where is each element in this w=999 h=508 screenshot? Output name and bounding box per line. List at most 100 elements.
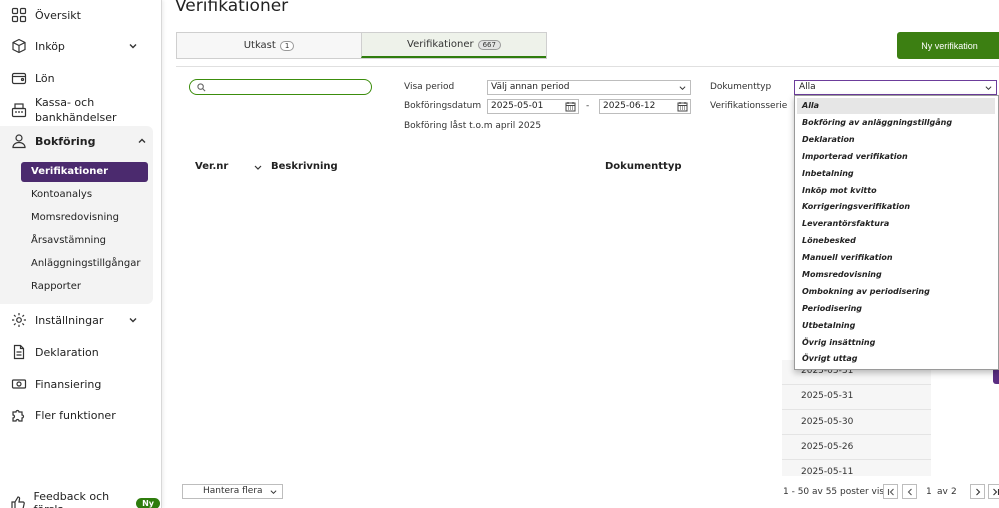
count-badge: 667 (477, 39, 501, 50)
chevron-down-icon[interactable] (128, 315, 138, 325)
box-icon (10, 37, 28, 55)
sidebar-item-label: Finansiering (35, 377, 102, 391)
person-book-icon (10, 132, 28, 150)
search-input[interactable] (189, 79, 372, 95)
table-row[interactable]: 2025-05-11 (801, 467, 853, 477)
sidebar-item-feedback[interactable]: Feedback och försla Ny (0, 490, 160, 508)
sidebar-item-kassa[interactable]: Kassa- och bankhändelser (0, 95, 160, 125)
date-to-field[interactable]: 2025-06-12 (599, 99, 691, 114)
chevron-down-icon[interactable] (128, 41, 138, 51)
hantera-flera-select[interactable]: Hantera flera (182, 484, 283, 499)
locked-info: Bokföring låst t.o.m april 2025 (404, 121, 542, 131)
dropdown-option[interactable]: Alla (797, 98, 995, 114)
sidebar-subitem-verifikationer[interactable]: Verifikationer (21, 162, 148, 182)
dropdown-option[interactable]: Ombokning av periodisering (797, 284, 995, 300)
sidebar-item-bokforing[interactable]: Bokföring (0, 132, 160, 150)
table-row[interactable]: 2025-05-30 (801, 417, 853, 427)
dropdown-option[interactable]: Utbetalning (797, 318, 995, 334)
sidebar-item-finansiering[interactable]: Finansiering (0, 375, 160, 393)
sidebar-subitem-rapporter[interactable]: Rapporter (31, 281, 81, 292)
sidebar-item-label: Inställningar (35, 313, 104, 327)
dropdown-option[interactable]: Inköp mot kvitto (797, 183, 995, 199)
visa-period-label: Visa period (404, 82, 455, 92)
sidebar-item-lon[interactable]: Lön (0, 69, 160, 87)
dropdown-option[interactable]: Periodisering (797, 301, 995, 317)
chevron-down-icon (679, 86, 686, 91)
grid-icon (10, 6, 28, 24)
last-page-button[interactable] (988, 484, 999, 499)
dokumenttyp-dropdown-list: Alla Bokföring av anläggningstillgång De… (794, 95, 999, 370)
gear-icon (10, 311, 28, 329)
prev-page-button[interactable] (902, 484, 917, 499)
count-badge: 1 (279, 40, 295, 51)
dropdown-option[interactable]: Bokföring av anläggningstillgång (797, 115, 995, 131)
sidebar-item-label: Lön (35, 71, 55, 85)
chevron-down-icon (985, 86, 992, 91)
sidebar-item-label: Inköp (35, 39, 65, 53)
new-badge: Ny (136, 497, 160, 508)
page-title: Verifikationer (175, 0, 289, 16)
sidebar-subitem-momsredovisning[interactable]: Momsredovisning (31, 212, 119, 223)
sidebar: Översikt Inköp Lön Kassa- och bankhändel… (0, 0, 162, 508)
first-page-button[interactable] (883, 484, 898, 499)
dropdown-option[interactable]: Momsredovisning (797, 267, 995, 283)
sidebar-item-label: Feedback och försla (33, 490, 110, 508)
dropdown-option[interactable]: Korrigeringsverifikation (797, 199, 995, 215)
sidebar-item-label: bankhändelser (35, 111, 117, 124)
cash-register-icon (10, 101, 28, 119)
date-from-field[interactable]: 2025-05-01 (487, 99, 579, 114)
next-page-button[interactable] (970, 484, 985, 499)
dropdown-option[interactable]: Manuell verifikation (797, 250, 995, 266)
sidebar-item-label: Översikt (35, 8, 81, 22)
document-icon (10, 343, 28, 361)
chevron-down-icon (270, 490, 277, 495)
tab-bar: Utkast 1 Verifikationer 667 (176, 32, 547, 59)
tab-utkast[interactable]: Utkast 1 (177, 33, 361, 58)
date-range-dash: - (586, 101, 590, 111)
dropdown-option[interactable]: Inbetalning (797, 166, 995, 182)
search-icon (197, 83, 206, 92)
tab-verifikationer[interactable]: Verifikationer 667 (361, 33, 546, 58)
wallet-icon (10, 69, 28, 87)
pager-info: 1 - 50 av 55 poster visas (783, 487, 895, 497)
sidebar-item-oversikt[interactable]: Översikt (0, 6, 160, 24)
new-verification-button[interactable]: Ny verifikation (897, 32, 999, 59)
dropdown-option[interactable]: Lönebesked (797, 233, 995, 249)
column-header-beskrivning[interactable]: Beskrivning (271, 161, 338, 172)
sidebar-item-installningar[interactable]: Inställningar (0, 311, 160, 329)
dropdown-option[interactable]: Deklaration (797, 132, 995, 148)
last-page-icon (992, 488, 999, 495)
chevron-left-icon (907, 488, 912, 495)
dropdown-option[interactable]: Övrigt uttag (797, 351, 995, 367)
sidebar-item-label: Kassa- och (35, 96, 95, 109)
first-page-icon (887, 488, 894, 495)
calendar-icon[interactable] (677, 101, 688, 112)
calendar-icon[interactable] (565, 101, 576, 112)
sidebar-item-fler-funktioner[interactable]: Fler funktioner (0, 406, 160, 424)
column-header-vernr[interactable]: Ver.nr (195, 161, 228, 172)
chevron-up-icon[interactable] (137, 136, 147, 146)
table-row[interactable]: 2025-05-31 (801, 391, 853, 401)
verifikationsserie-label: Verifikationsserie (710, 101, 788, 111)
sidebar-item-label: Fler funktioner (35, 408, 116, 422)
money-icon (10, 375, 28, 393)
thumbs-up-icon (10, 494, 27, 508)
bokforingsdatum-label: Bokföringsdatum (404, 101, 482, 111)
sidebar-subitem-anlaggningstillgangar[interactable]: Anläggningstillgångar (31, 258, 140, 269)
visa-period-select[interactable]: Välj annan period (487, 80, 691, 95)
sidebar-item-inkop[interactable]: Inköp (0, 37, 160, 55)
dokumenttyp-select[interactable]: Alla (794, 80, 997, 95)
dropdown-option[interactable]: Leverantörsfaktura (797, 216, 995, 232)
sort-chevron-icon[interactable] (254, 164, 262, 171)
dropdown-option[interactable]: Importerad verifikation (797, 149, 995, 165)
sidebar-subitem-arsavstamning[interactable]: Årsavstämning (31, 235, 106, 246)
sidebar-item-label: Deklaration (35, 345, 99, 359)
sidebar-item-label: Bokföring (35, 134, 96, 148)
sidebar-subitem-kontoanalys[interactable]: Kontoanalys (31, 189, 92, 200)
current-page: 1 (926, 487, 932, 497)
table-row[interactable]: 2025-05-26 (801, 442, 853, 452)
page-of-label: av (937, 487, 948, 497)
column-header-dokumenttyp[interactable]: Dokumenttyp (605, 161, 682, 172)
dropdown-option[interactable]: Övrig insättning (797, 335, 995, 351)
sidebar-item-deklaration[interactable]: Deklaration (0, 343, 160, 361)
